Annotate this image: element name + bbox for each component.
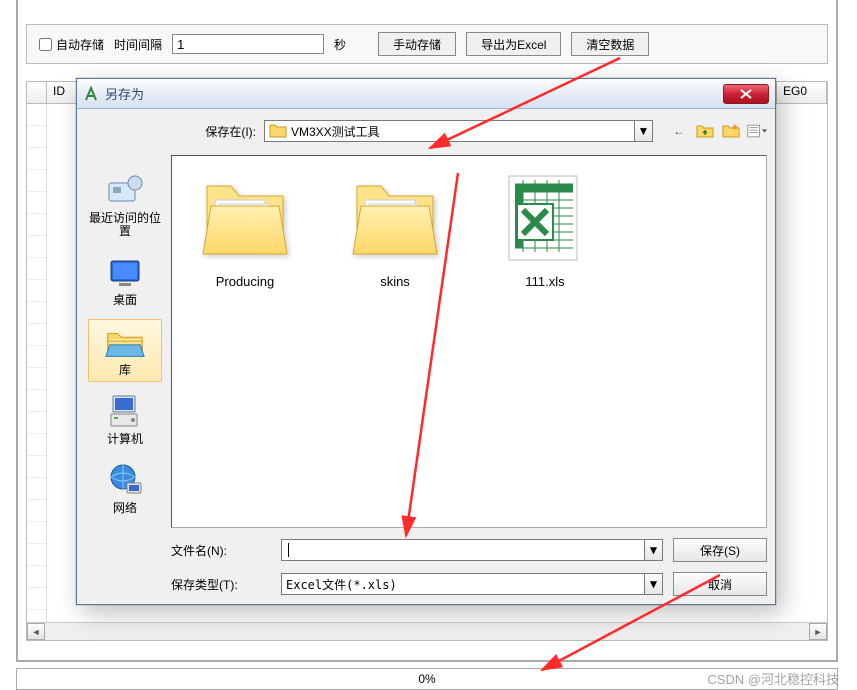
bottom-fields: 文件名(N): ▼ 保存(S) 保存类型(T): Excel文件(*.xls) … — [171, 528, 767, 596]
nav-back-icon[interactable]: ← — [669, 121, 689, 141]
sidebar-item-desktop[interactable]: 桌面 — [88, 249, 162, 312]
network-icon — [104, 462, 146, 500]
interval-label: 时间间隔 — [114, 36, 162, 53]
sidebar-item-label: 计算机 — [107, 433, 143, 446]
sidebar-item-library[interactable]: 库 — [88, 319, 162, 382]
places-sidebar: 最近访问的位置 桌面 库 计算机 — [85, 117, 165, 596]
text-cursor — [288, 543, 289, 557]
scroll-track[interactable] — [45, 623, 809, 640]
dialog-main: 保存在(I): VM3XX测试工具 ▼ ← — [171, 117, 767, 596]
scroll-left-icon[interactable]: ◄ — [27, 623, 45, 640]
save-in-label: 保存在(I): — [171, 123, 256, 140]
filetype-select[interactable]: Excel文件(*.xls) ▼ — [281, 573, 663, 595]
sidebar-item-recent[interactable]: 最近访问的位置 — [88, 167, 162, 243]
filetype-label: 保存类型(T): — [171, 576, 271, 593]
interval-input[interactable] — [172, 34, 324, 54]
watermark: CSDN @河北稳控科技 — [707, 669, 839, 688]
auto-save-label: 自动存储 — [56, 36, 104, 53]
export-excel-button[interactable]: 导出为Excel — [466, 32, 561, 56]
grid-row-headers — [27, 104, 47, 622]
save-in-row: 保存在(I): VM3XX测试工具 ▼ ← — [171, 117, 767, 145]
chevron-down-icon: ▼ — [638, 124, 650, 138]
folder-large-icon — [347, 170, 443, 266]
file-item-label: 111.xls — [525, 274, 564, 289]
chevron-down-icon: ▼ — [650, 577, 657, 591]
sidebar-item-label: 库 — [119, 364, 131, 377]
filename-row: 文件名(N): ▼ 保存(S) — [171, 538, 767, 562]
chevron-down-icon: ▼ — [650, 543, 657, 557]
computer-icon — [104, 393, 146, 431]
file-item-folder[interactable]: skins — [340, 170, 450, 289]
grid-header-right[interactable]: EG0 — [777, 82, 827, 103]
sidebar-item-label: 最近访问的位置 — [89, 212, 161, 238]
folder-large-icon — [197, 170, 293, 266]
folder-up-icon[interactable] — [695, 121, 715, 141]
close-icon — [740, 89, 752, 99]
recent-places-icon — [104, 172, 146, 210]
desktop-icon — [104, 254, 146, 292]
file-list-area[interactable]: Producing skins 111.xls — [171, 155, 767, 528]
dialog-titlebar[interactable]: 另存为 — [77, 79, 775, 109]
file-item-label: Producing — [216, 274, 275, 289]
manual-save-button[interactable]: 手动存储 — [378, 32, 456, 56]
clear-data-button[interactable]: 清空数据 — [571, 32, 649, 56]
folder-icon — [269, 123, 287, 139]
dialog-app-icon — [83, 86, 99, 102]
location-dropdown-button[interactable]: ▼ — [634, 121, 652, 141]
cancel-button[interactable]: 取消 — [673, 572, 767, 596]
view-menu-icon[interactable] — [747, 121, 767, 141]
grid-horizontal-scrollbar[interactable]: ◄ ► — [27, 622, 827, 640]
close-button[interactable] — [723, 84, 769, 104]
filetype-text: Excel文件(*.xls) — [286, 576, 397, 593]
filename-label: 文件名(N): — [171, 542, 271, 559]
filename-dropdown-button[interactable]: ▼ — [644, 540, 662, 560]
auto-save-checkbox-wrap[interactable]: 自动存储 — [39, 36, 104, 53]
sidebar-item-network[interactable]: 网络 — [88, 457, 162, 520]
file-item-label: skins — [380, 274, 410, 289]
grid-header-blank — [27, 82, 47, 103]
sidebar-item-label: 桌面 — [113, 294, 137, 307]
dialog-body: 最近访问的位置 桌面 库 计算机 — [77, 109, 775, 604]
auto-save-checkbox[interactable] — [39, 38, 52, 51]
new-folder-icon[interactable] — [721, 121, 741, 141]
sidebar-item-label: 网络 — [113, 502, 137, 515]
file-item-folder[interactable]: Producing — [190, 170, 300, 289]
excel-file-icon — [497, 170, 593, 266]
location-text: VM3XX测试工具 — [291, 123, 380, 140]
save-as-dialog: 另存为 最近访问的位置 桌面 库 — [76, 78, 776, 605]
library-icon — [104, 324, 146, 362]
top-toolbar: 自动存储 时间间隔 秒 手动存储 导出为Excel 清空数据 — [26, 24, 828, 64]
filetype-dropdown-button[interactable]: ▼ — [644, 574, 662, 594]
nav-icons: ← — [669, 121, 767, 141]
dialog-title: 另存为 — [105, 84, 723, 103]
sidebar-item-computer[interactable]: 计算机 — [88, 388, 162, 451]
file-item-excel[interactable]: 111.xls — [490, 170, 600, 289]
save-button[interactable]: 保存(S) — [673, 538, 767, 562]
filename-input[interactable]: ▼ — [281, 539, 663, 561]
location-select[interactable]: VM3XX测试工具 ▼ — [264, 120, 653, 142]
filetype-row: 保存类型(T): Excel文件(*.xls) ▼ 取消 — [171, 572, 767, 596]
scroll-right-icon[interactable]: ► — [809, 623, 827, 640]
progress-text: 0% — [418, 672, 435, 686]
interval-unit: 秒 — [334, 36, 346, 53]
